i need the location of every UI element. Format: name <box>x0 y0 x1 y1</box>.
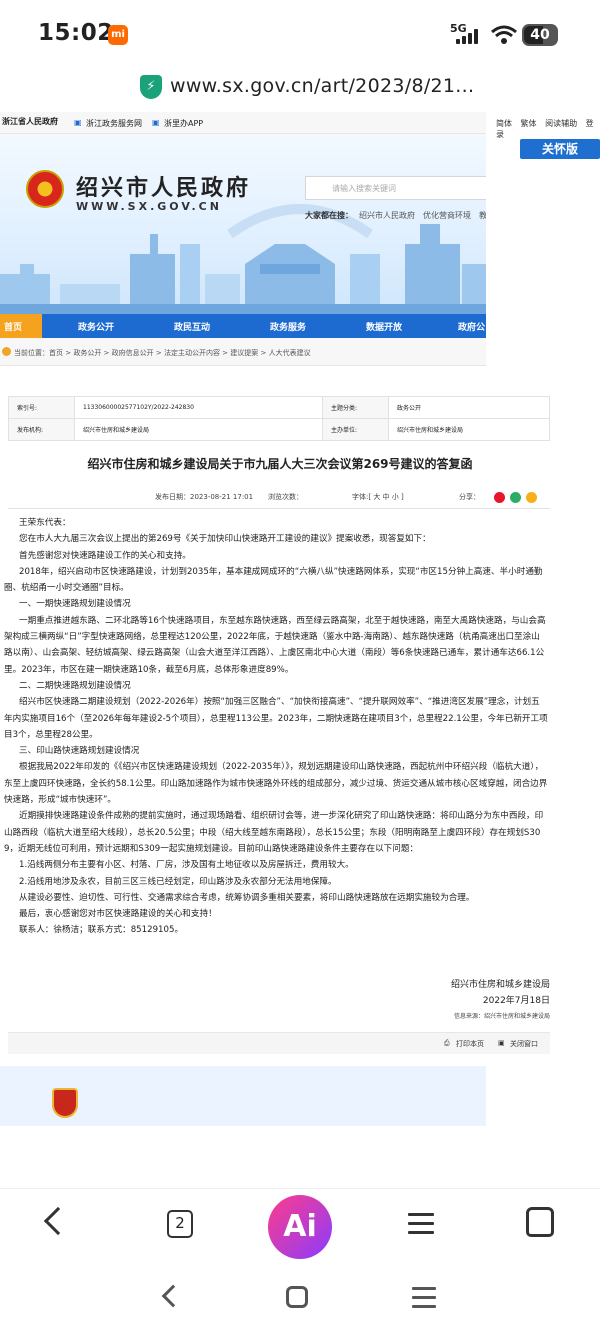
system-back-icon[interactable] <box>161 1284 185 1308</box>
close-window-button[interactable]: 关闭窗口 <box>510 1039 538 1049</box>
link-zlb[interactable]: 浙里办APP <box>164 118 203 129</box>
site-name: 绍兴市人民政府 <box>76 176 252 201</box>
article-meta: 发布日期：2023-08-21 17:01 浏览次数： 字体:[ 大 中 小 ]… <box>0 490 560 504</box>
share-label: 分享： <box>459 493 480 501</box>
signal-bars-icon <box>456 28 482 44</box>
topic-label: 主题分类: <box>322 396 390 419</box>
mi-notification-icon: mi <box>108 25 128 45</box>
system-home-icon[interactable] <box>286 1286 308 1308</box>
nav-item-services[interactable]: 政务服务 <box>270 320 306 333</box>
article-actions: ⎙ 打印本页 ▣ 关闭窗口 <box>8 1032 550 1054</box>
care-version-button[interactable]: 关怀版 <box>520 139 600 159</box>
index-label: 索引号: <box>8 396 75 419</box>
nav-item-open-data[interactable]: 数据开放 <box>366 320 402 333</box>
host-label: 主办单位: <box>322 418 390 441</box>
info-source: 信息来源：绍兴市住房和城乡建设局 <box>453 1013 550 1020</box>
ai-assistant-button[interactable]: Ai <box>268 1195 332 1259</box>
paragraph: 三、印山路快速路规划建设情况 <box>19 746 140 757</box>
paragraph: 您在市人大九届三次会议上提出的第269号《关于加快印山快速路开工建设的建议》提案… <box>19 534 431 545</box>
wechat-share-icon[interactable] <box>510 492 521 503</box>
location-icon <box>2 347 11 356</box>
back-icon[interactable] <box>43 1206 73 1236</box>
nav-item-gov-affairs[interactable]: 政务公开 <box>78 320 114 333</box>
breadcrumb-text[interactable]: 当前位置：首页 > 政务公开 > 政府信息公开 > 法定主动公开内容 > 建议提… <box>14 348 311 358</box>
site-search-input[interactable]: 请输入搜索关键词 <box>305 176 486 200</box>
status-bar: 15:02 mi 5G 40 <box>0 0 600 66</box>
qzone-share-icon[interactable] <box>526 492 537 503</box>
paragraph: 一期重点推进越东路、二环北路等16个快速路项目，东至越东路快速路，西至绿云路高架… <box>4 615 546 675</box>
font-size-control[interactable]: 字体:[ 大 中 小 ] <box>352 492 404 502</box>
site-domain: WWW.SX.GOV.CN <box>76 200 222 213</box>
url-text[interactable]: www.sx.gov.cn/art/2023/8/21... <box>170 75 474 97</box>
paragraph: 首先感谢您对快速路建设工作的关心和支持。 <box>19 550 191 561</box>
divider <box>8 508 550 509</box>
signature-date: 2022年7月18日 <box>482 996 550 1006</box>
browser-toolbar: 2 Ai <box>0 1188 600 1264</box>
system-nav-bar <box>0 1264 600 1334</box>
hot-item[interactable]: 教育 <box>479 211 486 220</box>
publish-date: 发布日期：2023-08-21 17:01 <box>155 493 254 501</box>
menu-icon[interactable] <box>408 1211 434 1237</box>
print-button[interactable]: 打印本页 <box>456 1039 484 1049</box>
link-zjzwfw[interactable]: 浙江政务服务网 <box>86 118 142 129</box>
web-page: 浙江省人民政府 ▣ 浙江政务服务网 ▣ 浙里办APP 简体 繁体 阅读辅助 登录… <box>0 112 600 1188</box>
paragraph: 2018年，绍兴启动市区快速路建设，计划到2035年，基本建成网成环的“六横八纵… <box>4 566 543 594</box>
signature-org: 绍兴市住房和城乡建设局 <box>450 980 550 990</box>
hot-item[interactable]: 绍兴市人民政府 <box>359 211 415 220</box>
zjzw-icon: ▣ <box>74 118 82 127</box>
search-placeholder: 请输入搜索关键词 <box>332 184 396 193</box>
battery-level: 40 <box>530 27 550 43</box>
breadcrumb: 当前位置：首页 > 政务公开 > 政府信息公开 > 法定主动公开内容 > 建议提… <box>0 338 486 366</box>
national-emblem-icon <box>26 170 64 208</box>
issuer-label: 发布机构: <box>8 418 75 441</box>
paragraph: 根据我局2022年印发的《《绍兴市区快速路建设规划（2022-2035年）》，规… <box>4 762 548 806</box>
top-strip: 浙江省人民政府 ▣ 浙江政务服务网 ▣ 浙里办APP <box>0 112 486 134</box>
paragraph: 二、二期快速路规划建设情况 <box>19 680 131 691</box>
index-value: 11330600002577102Y/2022-242830 <box>73 396 324 419</box>
paragraph: 从建设必要性、迫切性、可行性、交通需求综合考虑，统筹协调多重相关要素，将印山路快… <box>19 892 475 903</box>
paragraph: 一、一期快速路规划建设情况 <box>19 599 131 610</box>
print-icon: ⎙ <box>444 1039 450 1047</box>
hot-item[interactable]: 优化营商环境 <box>423 211 471 220</box>
host-value: 绍兴市住房和城乡建设局 <box>388 418 550 441</box>
article-info-table: 索引号: 11330600002577102Y/2022-242830 主题分类… <box>8 396 550 441</box>
zhejiang-gov-logo[interactable]: 浙江省人民政府 <box>2 116 58 127</box>
view-count: 浏览次数： <box>268 493 303 501</box>
paragraph: 2.沿线用地涉及永农，目前三区三线已经划定，印山路涉及永农部分无法用地保障。 <box>19 876 337 887</box>
hot-searches: 大家都在搜： 绍兴市人民政府优化营商环境教育 <box>305 210 486 221</box>
paragraph: 1.沿线两侧分布主要有小区、村落、厂房，涉及国有土地征收以及房屋拆迁，费用较大。 <box>19 860 354 871</box>
issuer-value: 绍兴市住房和城乡建设局 <box>73 418 324 441</box>
wifi-icon <box>491 25 517 44</box>
tabs-button[interactable]: 2 <box>167 1210 193 1238</box>
top-links: 简体 繁体 阅读辅助 登录 <box>496 118 600 140</box>
paragraph: 近期摸排快速路建设条件成熟的提前实施时，通过现场踏看、组织研讨会等，进一步深化研… <box>4 811 544 854</box>
party-gov-logo-icon[interactable] <box>52 1088 78 1118</box>
main-nav: 首页 政务公开 政民互动 政务服务 数据开放 政府公 <box>0 314 486 338</box>
topic-value: 政务公开 <box>388 396 550 419</box>
article-title: 绍兴市住房和城乡建设局关于市九届人大三次会议第269号建议的答复函 <box>87 457 473 471</box>
nav-item-home[interactable]: 首页 <box>4 320 22 333</box>
battery-icon: 40 <box>522 24 558 46</box>
home-icon[interactable] <box>526 1207 554 1237</box>
nav-item-interaction[interactable]: 政民互动 <box>174 320 210 333</box>
address-bar[interactable]: ⚡ www.sx.gov.cn/art/2023/8/21... <box>0 66 600 112</box>
link-traditional[interactable]: 繁体 <box>521 119 537 128</box>
paragraph: 绍兴市区快速路二期建设规划（2022-2026年）按照“加强三区融合”、“加快衔… <box>4 697 548 740</box>
paragraph: 王荣东代表： <box>19 518 71 528</box>
site-banner: 绍兴市人民政府 WWW.SX.GOV.CN 请输入搜索关键词 大家都在搜： 绍兴市… <box>0 134 486 314</box>
hot-label: 大家都在搜： <box>305 211 353 220</box>
zlb-icon: ▣ <box>152 118 160 127</box>
paragraph: 最后，衷心感谢您对市区快速路建设的关心和支持！ <box>19 909 217 920</box>
link-simplified[interactable]: 简体 <box>496 119 512 128</box>
clock: 15:02 <box>38 20 114 46</box>
site-footer <box>0 1066 486 1126</box>
article-body: 王荣东代表： 您在市人大九届三次会议上提出的第269号《关于加快印山快速路开工建… <box>0 515 552 939</box>
close-window-icon: ▣ <box>498 1039 505 1047</box>
secure-shield-icon: ⚡ <box>140 75 162 99</box>
weibo-share-icon[interactable] <box>494 492 505 503</box>
link-reading-aid[interactable]: 阅读辅助 <box>545 119 577 128</box>
system-recents-icon[interactable] <box>412 1286 436 1308</box>
paragraph: 联系人：徐杨洁；联系方式：85129105。 <box>19 925 184 936</box>
nav-item-gov-public[interactable]: 政府公 <box>458 320 485 333</box>
